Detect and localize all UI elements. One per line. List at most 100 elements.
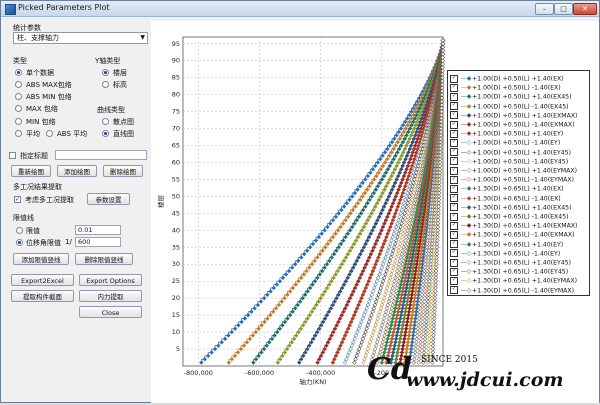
- legend-entry[interactable]: ✓ —◆+1.30(D) +0.65(L) +1.40(EX45): [450, 203, 572, 212]
- legend-checkbox[interactable]: ✓: [450, 129, 458, 138]
- legend-checkbox[interactable]: ✓: [450, 175, 458, 184]
- legend-label: +1.00(D) +0.50(L) -1.40(EYMAX): [472, 176, 575, 184]
- extract-check-label: 考虑多工况提取: [25, 196, 74, 204]
- legend-label: +1.00(D) +0.50(L) +1.40(EY45): [472, 149, 572, 157]
- type-radio-absmin[interactable]: [15, 93, 22, 100]
- legend-entry[interactable]: ✓ —◆+1.30(D) +0.65(L) +1.40(EY): [450, 240, 563, 249]
- legend-entry[interactable]: ✓ —◇+1.30(D) +0.65(L) +1.40(EY45): [450, 258, 571, 267]
- legend-entry[interactable]: ✓ —◆+1.30(D) +0.65(L) -1.40(EX45): [450, 212, 569, 221]
- legend-checkbox[interactable]: ✓: [450, 92, 458, 101]
- yaxis-radio-elev[interactable]: [102, 81, 109, 88]
- legend-marker-icon: —◆: [460, 111, 472, 119]
- legend-entry[interactable]: ✓ —◇+1.00(D) +0.50(L) -1.40(EYMAX): [450, 175, 574, 184]
- limit-value-input[interactable]: 0.01: [75, 225, 121, 235]
- legend-entry[interactable]: ✓ —◇+1.30(D) +0.65(L) -1.40(EY45): [450, 267, 568, 276]
- export-excel-button[interactable]: Export2Excel: [11, 274, 74, 286]
- delete-limit-line-button[interactable]: 删除限值竖线: [75, 253, 133, 265]
- add-limit-line-button[interactable]: 添加限值竖线: [13, 253, 69, 265]
- delete-plot-button[interactable]: 删除绘图: [103, 165, 143, 177]
- legend-entry[interactable]: ✓ —◇+1.30(D) +0.65(L) -1.40(EY): [450, 249, 560, 258]
- legend-marker-icon: —◇: [460, 176, 472, 184]
- legend-entry[interactable]: ✓ —◇+1.30(D) +0.65(L) +1.40(EYMAX): [450, 276, 577, 285]
- export-options-button[interactable]: Export Options: [79, 274, 142, 286]
- legend-entry[interactable]: ✓ —◆+1.00(D) +0.50(L) -1.40(EX45): [450, 102, 569, 111]
- legend-entry[interactable]: ✓ —◆+1.00(D) +0.50(L) +1.40(EX45): [450, 92, 572, 101]
- y-tick-label: 85: [172, 74, 180, 82]
- legend-checkbox[interactable]: ✓: [450, 249, 458, 258]
- legend-checkbox[interactable]: ✓: [450, 74, 458, 83]
- legend-label: +1.30(D) +0.65(L) +1.40(EYMAX): [472, 277, 578, 285]
- legend-checkbox[interactable]: ✓: [450, 184, 458, 193]
- legend-label: +1.30(D) +0.65(L) +1.40(EX): [472, 185, 564, 193]
- legend-checkbox[interactable]: ✓: [450, 240, 458, 249]
- type-option-min: MIN 包络: [26, 118, 56, 126]
- yaxis-radio-floor[interactable]: [102, 69, 109, 76]
- title-bar: Picked Parameters Plot – □ ✕: [1, 1, 599, 17]
- legend-entry[interactable]: ✓ —◇+1.00(D) +0.50(L) -1.40(EY): [450, 138, 560, 147]
- specify-title-checkbox[interactable]: [9, 152, 16, 159]
- legend-checkbox[interactable]: ✓: [450, 83, 458, 92]
- curve-radio-scatter[interactable]: [102, 118, 109, 125]
- legend-entry[interactable]: ✓ —◇+1.00(D) +0.50(L) +1.40(EYMAX): [450, 166, 577, 175]
- curve-radio-line[interactable]: [102, 130, 109, 137]
- legend-checkbox[interactable]: ✓: [450, 102, 458, 111]
- legend-checkbox[interactable]: ✓: [450, 212, 458, 221]
- maximize-button[interactable]: □: [554, 3, 573, 15]
- legend-label: +1.30(D) +0.65(L) +1.40(EY): [472, 241, 564, 249]
- stat-param-select[interactable]: 柱、支撑轴力 ▼: [13, 32, 148, 44]
- minimize-button[interactable]: –: [535, 3, 554, 15]
- type-radio-absavg[interactable]: [46, 130, 53, 137]
- legend-entry[interactable]: ✓ —◆+1.30(D) +0.65(L) -1.40(EXMAX): [450, 230, 575, 239]
- legend-checkbox[interactable]: ✓: [450, 258, 458, 267]
- legend-entry[interactable]: ✓ —◆+1.30(D) +0.65(L) +1.40(EXMAX): [450, 221, 577, 230]
- legend-checkbox[interactable]: ✓: [450, 194, 458, 203]
- type-radio-min[interactable]: [15, 118, 22, 125]
- y-tick-label: 60: [172, 158, 180, 166]
- close-window-button[interactable]: ✕: [573, 3, 597, 15]
- drift-prefix: 1/: [65, 238, 72, 246]
- legend-entry[interactable]: ✓ —◆+1.00(D) +0.50(L) +1.40(EXMAX): [450, 111, 577, 120]
- legend-entry[interactable]: ✓ —◆+1.00(D) +0.50(L) -1.40(EXMAX): [450, 120, 575, 129]
- legend-checkbox[interactable]: ✓: [450, 166, 458, 175]
- internal-force-button[interactable]: 内力提取: [79, 290, 142, 302]
- redraw-button[interactable]: 重新绘图: [11, 165, 51, 177]
- legend-label: +1.00(D) +0.50(L) -1.40(EY): [472, 139, 561, 147]
- legend-marker-icon: —◆: [460, 185, 472, 193]
- legend-checkbox[interactable]: ✓: [450, 203, 458, 212]
- legend-entry[interactable]: ✓ —◆+1.30(D) +0.65(L) +1.40(EX): [450, 184, 564, 193]
- type-radio-absmax[interactable]: [15, 81, 22, 88]
- extract-checkbox[interactable]: ✓: [14, 196, 21, 203]
- legend-entry[interactable]: ✓ —◆+1.30(D) +0.65(L) -1.40(EX): [450, 194, 561, 203]
- legend-entry[interactable]: ✓ —◆+1.00(D) +0.50(L) +1.40(EY): [450, 129, 563, 138]
- add-plot-button[interactable]: 添加绘图: [57, 165, 97, 177]
- type-option-max: MAX 包络: [26, 105, 58, 113]
- param-settings-button[interactable]: 参数设置: [87, 193, 130, 205]
- limit-radio-value[interactable]: [16, 227, 23, 234]
- type-radio-max[interactable]: [15, 105, 22, 112]
- legend-entry[interactable]: ✓ —◇+1.00(D) +0.50(L) -1.40(EY45): [450, 157, 568, 166]
- type-radio-single[interactable]: [15, 69, 22, 76]
- legend-entry[interactable]: ✓ —◆+1.00(D) +0.50(L) -1.40(EX): [450, 83, 561, 92]
- close-button[interactable]: Close: [79, 306, 142, 318]
- type-option-absavg: ABS 平均: [57, 130, 88, 138]
- legend-marker-icon: —◇: [460, 249, 472, 257]
- legend-checkbox[interactable]: ✓: [450, 111, 458, 120]
- extract-section-button[interactable]: 提取构件截面: [11, 290, 74, 302]
- title-input[interactable]: [55, 150, 147, 160]
- legend-checkbox[interactable]: ✓: [450, 138, 458, 147]
- legend-entry[interactable]: ✓ —◇+1.30(D) +0.65(L) -1.40(EYMAX): [450, 286, 574, 295]
- legend-checkbox[interactable]: ✓: [450, 230, 458, 239]
- legend-entry[interactable]: ✓ —◇+1.00(D) +0.50(L) +1.40(EY45): [450, 148, 571, 157]
- legend-checkbox[interactable]: ✓: [450, 221, 458, 230]
- legend-checkbox[interactable]: ✓: [450, 120, 458, 129]
- legend-checkbox[interactable]: ✓: [450, 276, 458, 285]
- specify-title-label: 指定标题: [20, 152, 48, 160]
- legend-entry[interactable]: ✓ —◆+1.00(D) +0.50(L) +1.40(EX): [450, 74, 564, 83]
- legend-checkbox[interactable]: ✓: [450, 267, 458, 276]
- type-radio-avg[interactable]: [15, 130, 22, 137]
- drift-value-input[interactable]: 600: [75, 237, 121, 247]
- legend-checkbox[interactable]: ✓: [450, 148, 458, 157]
- limit-radio-drift[interactable]: [16, 239, 23, 246]
- legend-checkbox[interactable]: ✓: [450, 157, 458, 166]
- legend-checkbox[interactable]: ✓: [450, 286, 458, 295]
